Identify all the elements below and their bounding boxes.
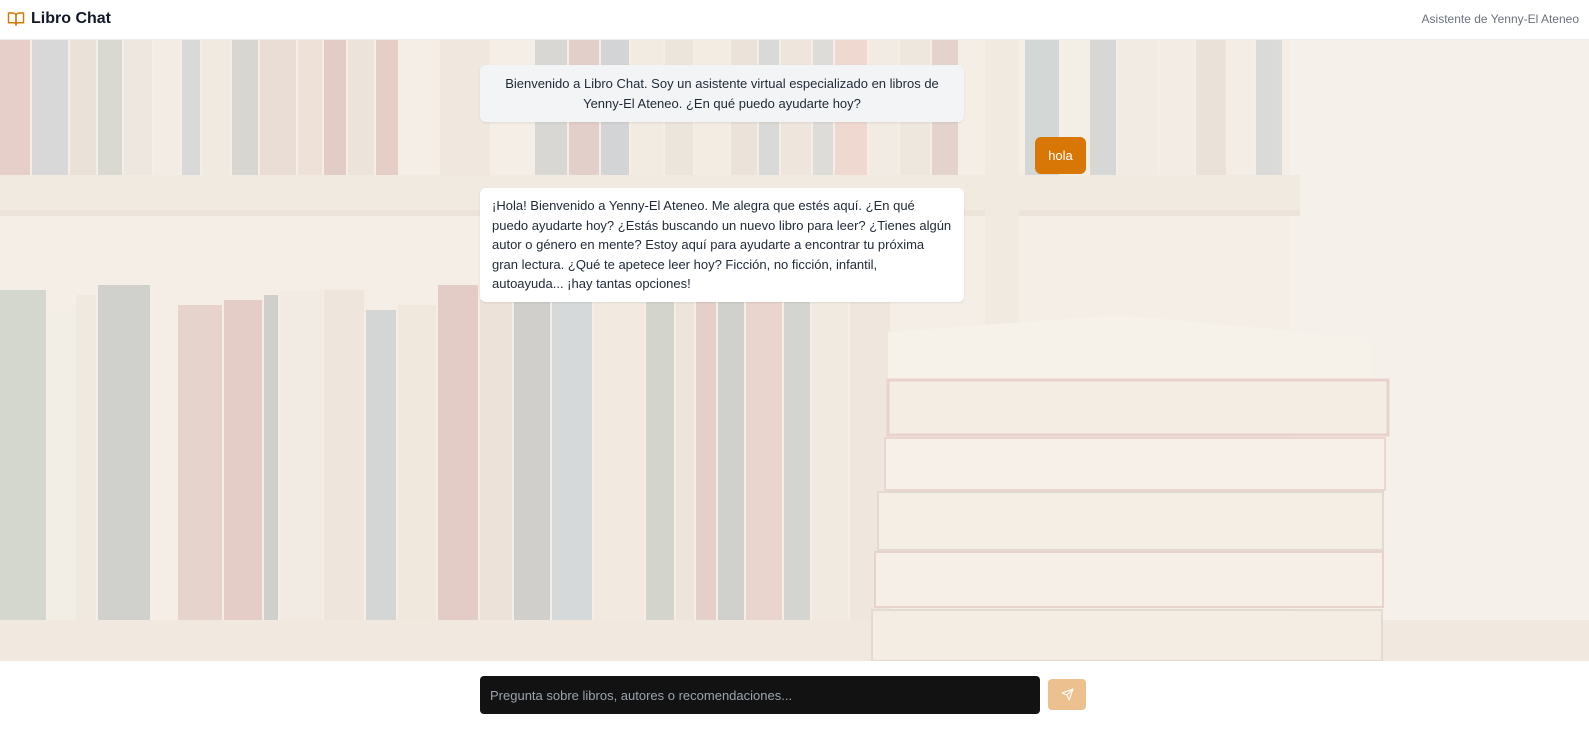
app-title: Libro Chat bbox=[31, 10, 111, 27]
composer-bar bbox=[0, 661, 1589, 731]
send-icon bbox=[1061, 688, 1073, 701]
message-input-wrapper bbox=[480, 676, 1040, 714]
background-overlay bbox=[0, 40, 1589, 661]
send-button[interactable] bbox=[1048, 679, 1086, 710]
chat-area: Bienvenido a Libro Chat. Soy un asistent… bbox=[0, 40, 1589, 661]
header-subtitle: Asistente de Yenny-El Ateneo bbox=[1421, 12, 1579, 26]
assistant-message: Bienvenido a Libro Chat. Soy un asistent… bbox=[480, 65, 964, 122]
brand: Libro Chat bbox=[7, 8, 111, 30]
app-header: Libro Chat Asistente de Yenny-El Ateneo bbox=[0, 0, 1589, 40]
user-message: hola bbox=[1035, 137, 1086, 174]
message-input[interactable] bbox=[480, 676, 1040, 714]
assistant-message: ¡Hola! Bienvenido a Yenny-El Ateneo. Me … bbox=[480, 188, 964, 302]
open-book-icon bbox=[7, 12, 25, 26]
